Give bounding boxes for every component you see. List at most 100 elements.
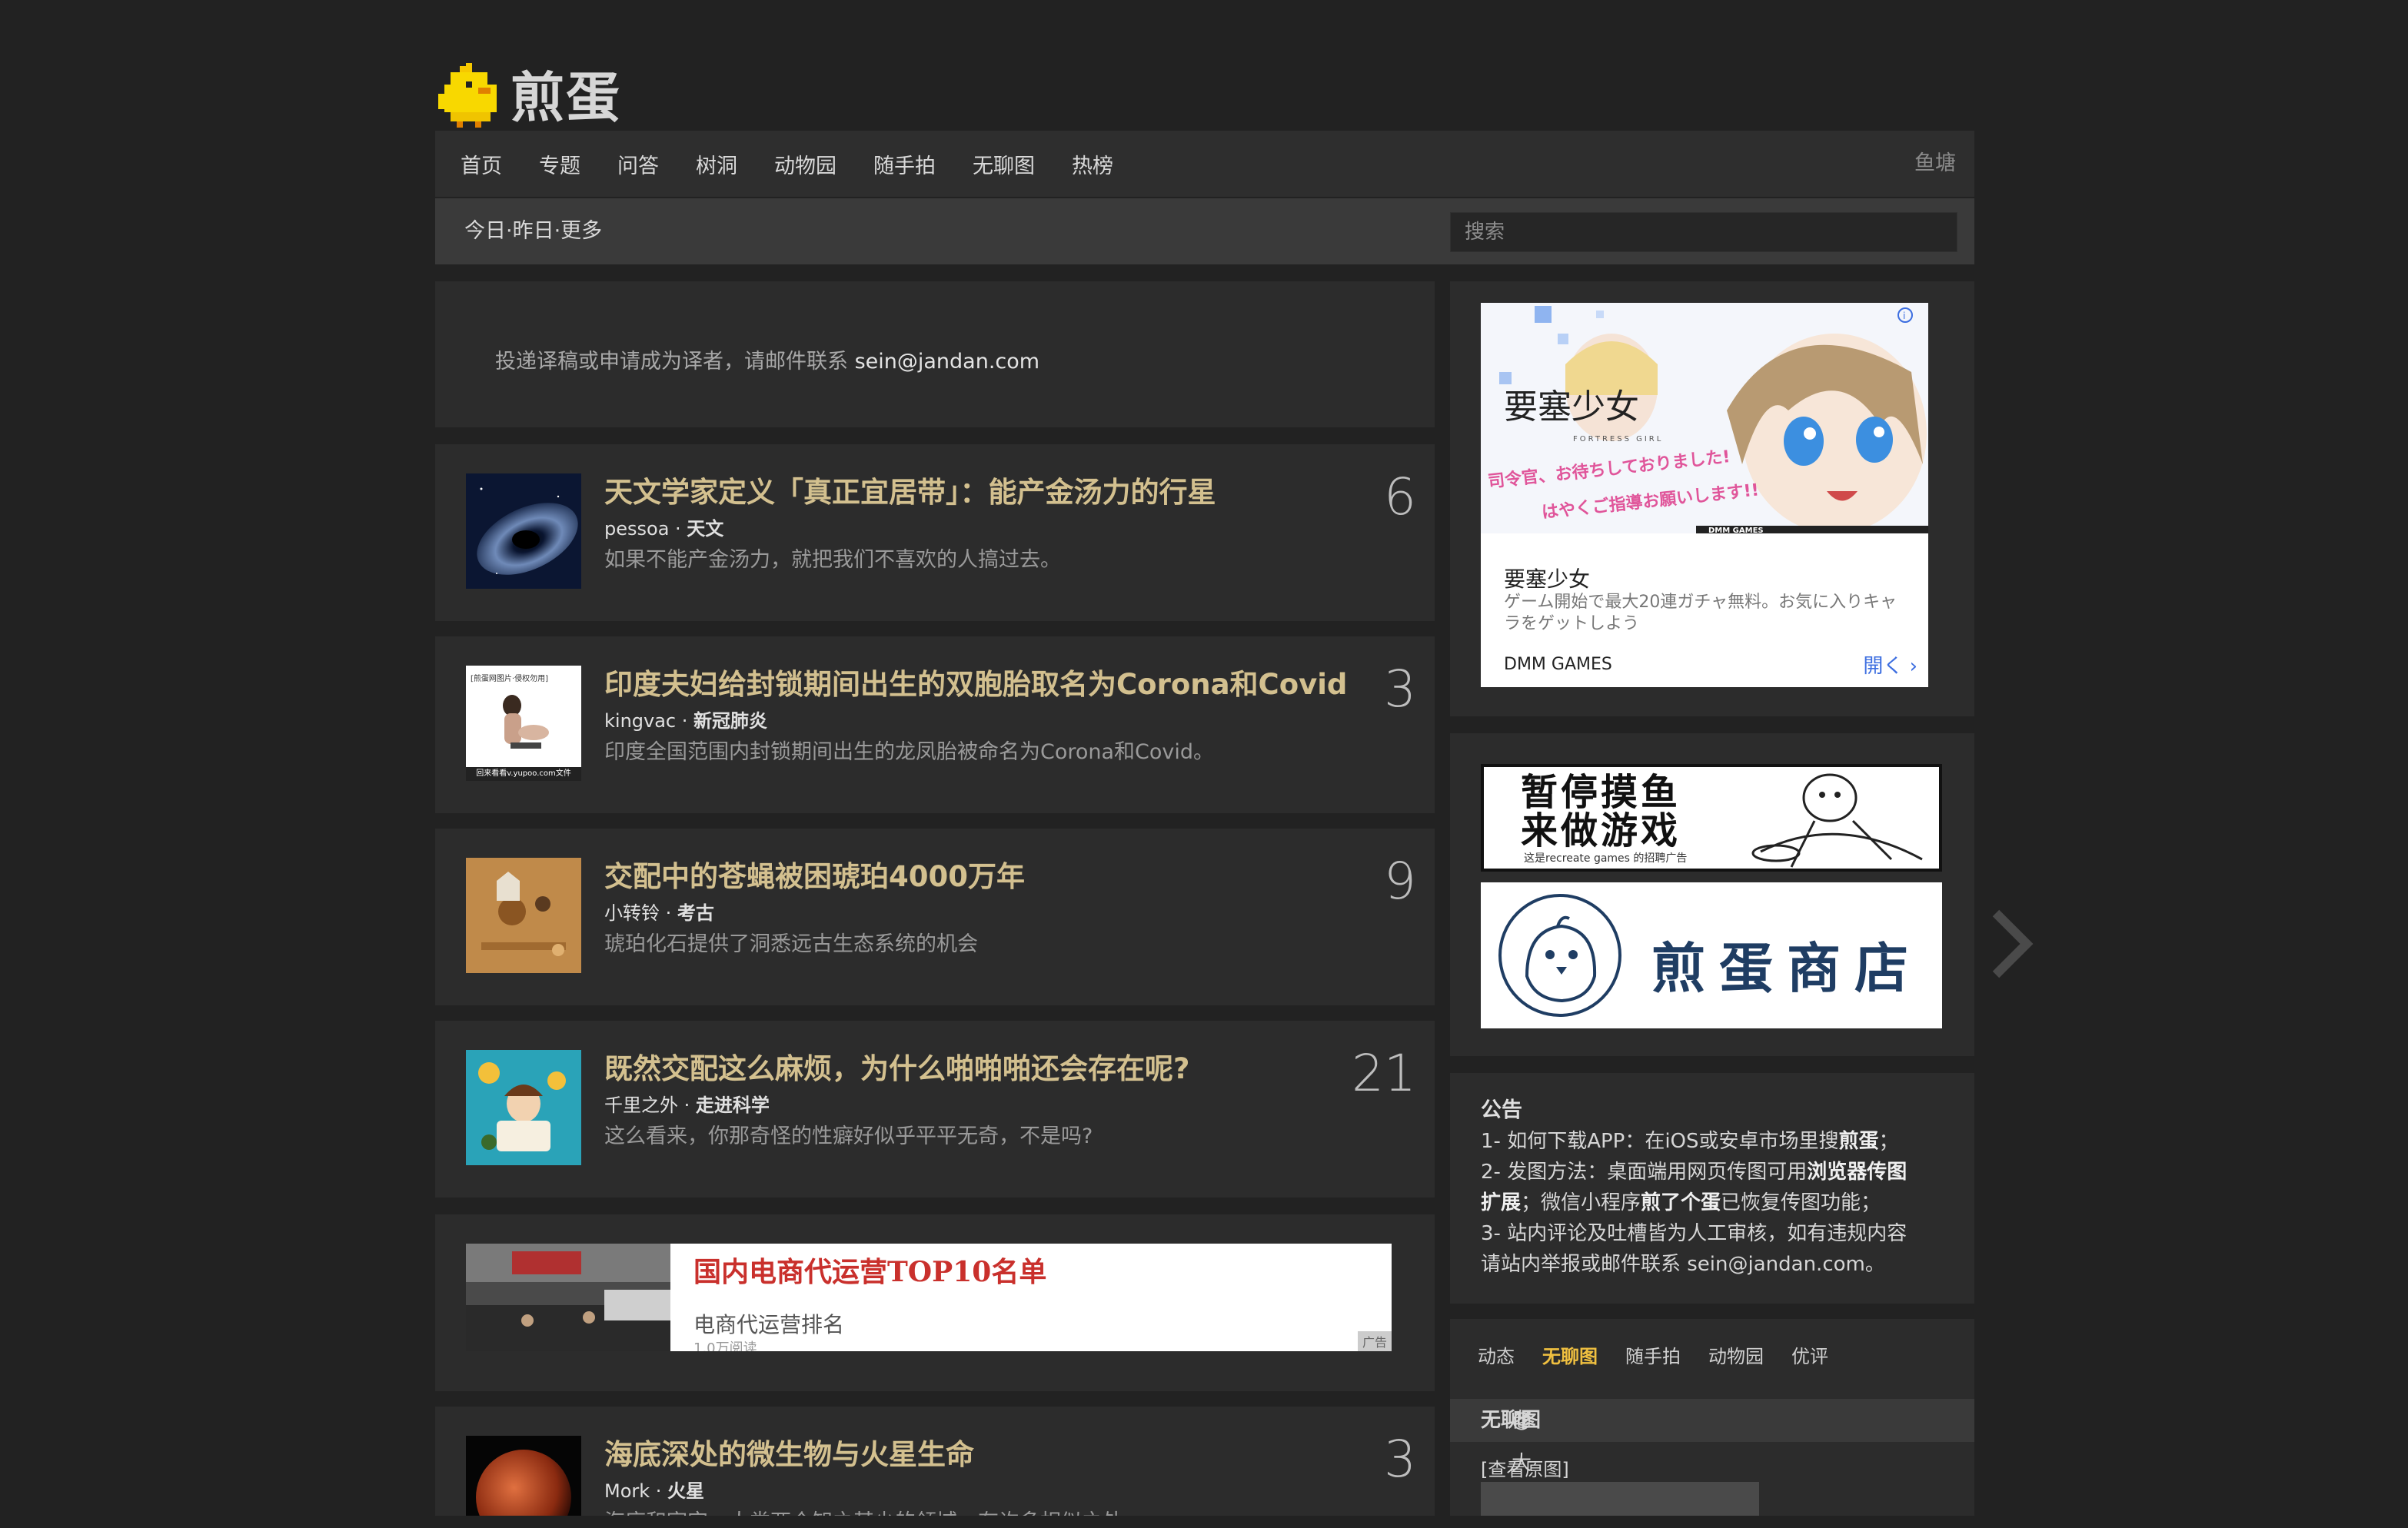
nav-item-hot[interactable]: 热榜	[1072, 149, 1113, 179]
post-meta: kingvac · 新冠肺炎	[604, 710, 768, 732]
comment-header: 老大哥 @ 无聊图	[1450, 1399, 1974, 1518]
post-author[interactable]: Mork	[604, 1480, 650, 1502]
post-thumbnail[interactable]	[466, 1436, 581, 1516]
post-card: 既然交配这么麻烦，为什么啪啪啪还会存在呢? 千里之外 · 走进科学 这么看来，你…	[435, 1021, 1435, 1197]
post-card: 交配中的苍蝇被困琥珀4000万年 小转铃 · 考古 琥珀化石提供了洞悉远古生态系…	[435, 829, 1435, 1005]
date-links[interactable]: 今日·昨日·更多	[464, 198, 602, 264]
notice-prefix: 投递译稿或申请成为译者，请邮件联系	[495, 350, 855, 374]
sidebar-ad-card: 要塞少女 FORTRESS GIRL 司令官、お待ちしておりました! はやくご指…	[1450, 281, 1974, 716]
ad-game-title: 要塞少女	[1504, 387, 1639, 427]
post-card: 海底深处的微生物与火星生命 Mork · 火星 海底和宇宙，人类两个知之甚少的领…	[435, 1407, 1435, 1516]
post-thumbnail[interactable]: [煎蛋网图片·侵权勿用] 回来看看v.yupoo.com文件	[466, 666, 581, 781]
post-author[interactable]: kingvac	[604, 710, 676, 732]
chevron-right-icon[interactable]	[1988, 905, 2034, 982]
announcement-line-1: 1- 如何下载APP：在iOS或安卓市场里搜煎蛋；	[1481, 1130, 1899, 1153]
couple-figure-icon	[503, 695, 549, 749]
post-category[interactable]: 走进科学	[696, 1095, 770, 1116]
comment-count[interactable]: 3	[1384, 659, 1416, 719]
announcement-line-4: 3- 站内评论及吐槽皆为人工审核，如有违规内容	[1481, 1222, 1907, 1245]
sub-bar: 今日·昨日·更多	[435, 198, 1974, 264]
search-input[interactable]	[1450, 212, 1957, 252]
post-category[interactable]: 新冠肺炎	[693, 710, 767, 732]
tab-snapshots[interactable]: 随手拍	[1625, 1341, 1681, 1368]
main-ad[interactable]: 国内电商代运营TOP10名单 电商代运营排名 1.0万阅读 广告	[466, 1244, 1392, 1351]
comment-count[interactable]: 6	[1384, 467, 1416, 526]
comment-count[interactable]: 21	[1352, 1044, 1416, 1103]
post-title[interactable]: 天文学家定义「真正宜居带」：能产金汤力的行星	[604, 469, 1216, 510]
nav-item-qa[interactable]: 问答	[617, 149, 659, 179]
post-title[interactable]: 海底深处的微生物与火星生命	[604, 1431, 974, 1473]
ad-artwork: 要塞少女 FORTRESS GIRL 司令官、お待ちしておりました! はやくご指…	[1481, 303, 1928, 533]
comment-image-thumbnail[interactable]	[1481, 1482, 1759, 1516]
site-logo[interactable]: 煎蛋	[435, 48, 621, 132]
post-category[interactable]: 火星	[667, 1480, 704, 1502]
ad-open-label: 開く	[1863, 655, 1904, 678]
comment-count[interactable]: 9	[1384, 852, 1416, 911]
ad-art-brand: DMM GAMES	[1708, 526, 1764, 533]
tab-pics[interactable]: 无聊图	[1542, 1341, 1598, 1368]
svg-text:i: i	[1903, 311, 1905, 321]
post-excerpt: 琥珀化石提供了洞悉远古生态系统的机会	[604, 932, 978, 956]
announcement-heading: 公告	[1481, 1098, 1522, 1122]
dmm-games-ad[interactable]: 要塞少女 FORTRESS GIRL 司令官、お待ちしておりました! はやくご指…	[1481, 303, 1928, 687]
tab-activity[interactable]: 动态	[1478, 1341, 1515, 1368]
browser-extension-link[interactable]: 浏览器传图	[1807, 1161, 1907, 1184]
banner-line-2: 来做游戏	[1521, 809, 1681, 852]
post-thumbnail[interactable]	[466, 473, 581, 589]
ad-description: ゲーム開始で最大20連ガチャ無料。お気に入りキャラをゲットしよう	[1504, 593, 1897, 633]
shop-banner[interactable]: 煎蛋商店	[1481, 882, 1942, 1028]
post-title[interactable]: 交配中的苍蝇被困琥珀4000万年	[604, 853, 1025, 895]
nav-item-topics[interactable]: 专题	[539, 149, 580, 179]
nav-item-treehole[interactable]: 树洞	[696, 149, 737, 179]
view-original-link[interactable]: [查看原图]	[1481, 1454, 1569, 1481]
announcement-line-2: 2- 发图方法：桌面端用网页传图可用浏览器传图	[1481, 1161, 1907, 1184]
shop-banner-text: 煎蛋商店	[1651, 937, 1922, 1000]
post-thumbnail[interactable]	[466, 1050, 581, 1165]
post-author[interactable]: 小转铃	[604, 902, 660, 924]
post-title[interactable]: 既然交配这么麻烦，为什么啪啪啪还会存在呢?	[604, 1045, 1189, 1087]
ad-brand: DMM GAMES	[1504, 655, 1612, 674]
announcement-line-3: 扩展；微信小程序煎了个蛋已恢复传图功能；	[1481, 1191, 1881, 1214]
nav-item-pics[interactable]: 无聊图	[973, 149, 1035, 179]
nav-item-snapshots[interactable]: 随手拍	[873, 149, 936, 179]
post-title[interactable]: 印度夫妇给封锁期间出生的双胞胎取名为Corona和Covid	[604, 661, 1347, 703]
chick-mascot-icon	[1498, 894, 1621, 1017]
logo-text: 煎蛋	[511, 66, 621, 129]
nav-item-home[interactable]: 首页	[461, 149, 502, 179]
post-meta: Mork · 火星	[604, 1480, 705, 1502]
ad-title[interactable]: 要塞少女	[1504, 563, 1590, 593]
banner-small-text: 这是recreate games 的招聘广告	[1524, 852, 1688, 865]
announcement-line-5: 请站内举报或邮件联系 sein@jandan.com。	[1481, 1253, 1885, 1276]
tab-zoo[interactable]: 动物园	[1708, 1341, 1764, 1368]
nav-item-zoo[interactable]: 动物园	[774, 149, 836, 179]
ad-subtitle: 电商代运营排名	[693, 1312, 845, 1337]
tab-top-comments[interactable]: 优评	[1791, 1341, 1828, 1368]
sidebar-tabs-card: 动态 无聊图 随手拍 动物园 优评 老大哥 @ 无聊图 [查看原图]	[1450, 1319, 1974, 1518]
post-category[interactable]: 考古	[677, 902, 714, 924]
post-meta: 小转铃 · 考古	[604, 902, 714, 924]
chevron-right-icon: ›	[1903, 655, 1917, 678]
nav-item-fishpond[interactable]: 鱼塘	[1914, 131, 1956, 197]
ad-title[interactable]: 国内电商代运营TOP10名单	[693, 1250, 1046, 1290]
thumb-watermark: [煎蛋网图片·侵权勿用]	[471, 675, 548, 683]
post-excerpt: 印度全国范围内封锁期间出生的龙凤胎被命名为Corona和Covid。	[604, 740, 1215, 764]
miniprogram-link[interactable]: 煎了个蛋	[1641, 1191, 1721, 1214]
post-author[interactable]: pessoa	[604, 518, 669, 540]
post-author[interactable]: 千里之外	[604, 1095, 678, 1116]
main-ad-card: 国内电商代运营TOP10名单 电商代运营排名 1.0万阅读 广告	[435, 1214, 1435, 1391]
ad-open-button[interactable]: 開く ›	[1863, 650, 1917, 679]
post-meta: pessoa · 天文	[604, 518, 724, 540]
post-card: [煎蛋网图片·侵权勿用] 回来看看v.yupoo.com文件 印度夫妇给封锁期间…	[435, 636, 1435, 813]
post-meta: 千里之外 · 走进科学	[604, 1095, 770, 1116]
comment-source: 老大哥 @ 无聊图	[1481, 1399, 1541, 1518]
comment-count[interactable]: 3	[1384, 1430, 1416, 1489]
post-category[interactable]: 天文	[687, 518, 723, 540]
ad-label[interactable]: 广告	[1357, 1331, 1392, 1351]
post-card: 天文学家定义「真正宜居带」：能产金汤力的行星 pessoa · 天文 如果不能产…	[435, 444, 1435, 621]
post-excerpt: 这么看来，你那奇怪的性癖好似乎平平无奇，不是吗?	[604, 1124, 1093, 1148]
notice-email[interactable]: sein@jandan.com	[855, 350, 1040, 374]
sidebar-banners: 暂停摸鱼 来做游戏 这是recreate games 的招聘广告 煎蛋商店	[1450, 733, 1974, 1056]
post-thumbnail[interactable]	[466, 858, 581, 973]
recruit-banner[interactable]: 暂停摸鱼 来做游戏 这是recreate games 的招聘广告	[1481, 764, 1942, 872]
ad-read-count: 1.0万阅读	[693, 1340, 757, 1351]
